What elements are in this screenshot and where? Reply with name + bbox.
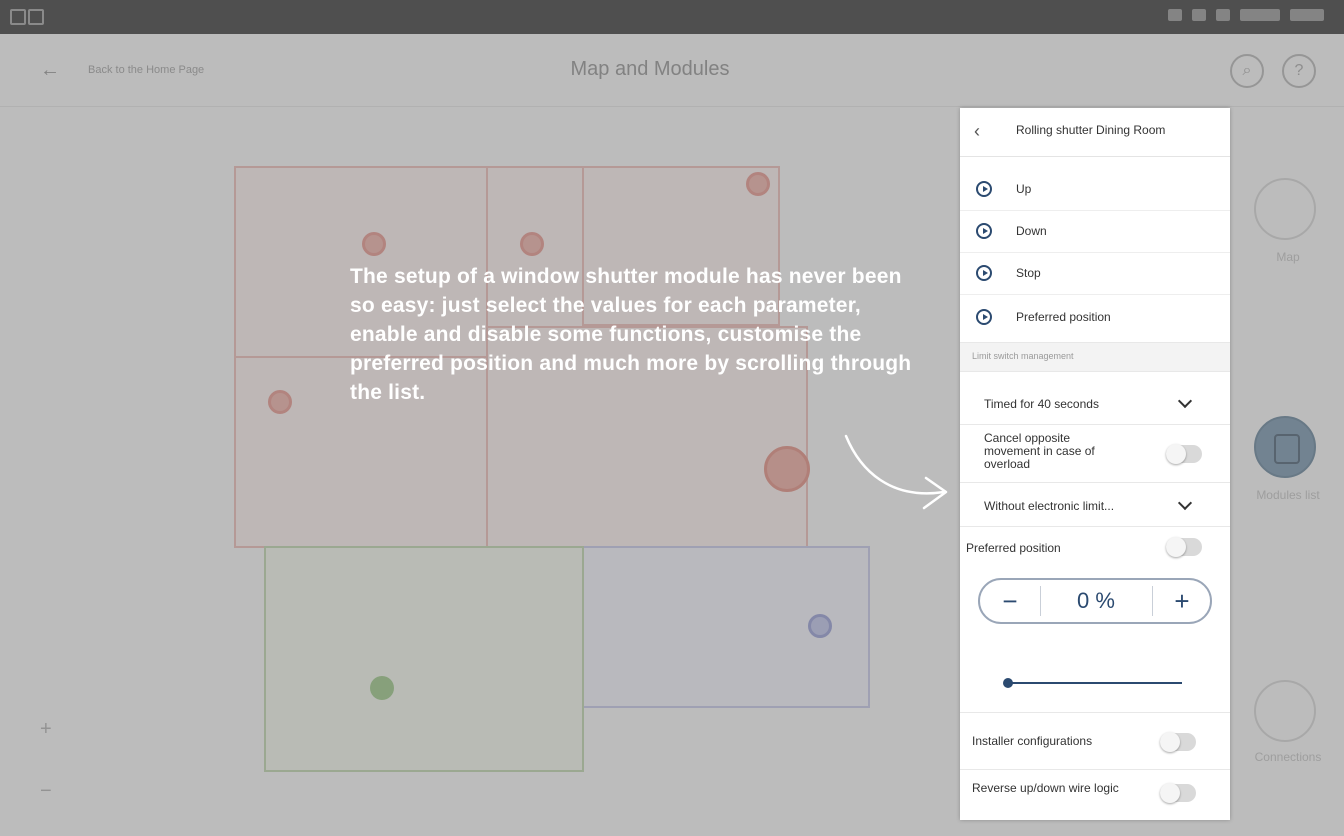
module-settings-panel: ‹ Rolling shutter Dining Room Up Down St… [960,108,1230,820]
electronic-limit-select[interactable]: Without electronic limit... [960,486,1230,527]
cancel-opposite-label: Cancel opposite movement in case of over… [984,431,1095,471]
tutorial-caption: The setup of a window shutter module has… [350,265,912,404]
panel-title: Rolling shutter Dining Room [1016,123,1166,137]
installer-toggle[interactable] [1160,732,1196,752]
timed-select[interactable]: Timed for 40 seconds [960,384,1230,425]
position-slider-track[interactable] [1008,682,1182,684]
reverse-logic-label: Reverse up/down wire logic [972,781,1119,795]
preferred-position-label: Preferred position [966,541,1061,555]
panel-header: ‹ Rolling shutter Dining Room [960,108,1230,157]
installer-row: Installer configurations [960,712,1230,770]
electronic-limit-label: Without electronic limit... [984,499,1115,513]
chevron-down-icon [1177,393,1193,409]
command-preferred-position[interactable]: Preferred position [960,296,1230,338]
timed-label: Timed for 40 seconds [984,397,1099,411]
preferred-position-toggle[interactable] [1166,537,1202,557]
chevron-left-icon[interactable]: ‹ [974,121,980,141]
command-label: Down [1016,224,1047,238]
play-icon [976,265,992,281]
decrement-button[interactable]: − [980,580,1040,622]
cancel-opposite-row: Cancel opposite movement in case of over… [960,426,1230,483]
play-icon [976,223,992,239]
increment-button[interactable]: + [1152,580,1212,622]
position-slider-thumb[interactable] [1003,678,1013,688]
play-icon [976,309,992,325]
command-stop[interactable]: Stop [960,252,1230,295]
limit-switch-section: Limit switch management [960,342,1230,372]
preferred-position-row: Preferred position [960,530,1230,564]
reverse-logic-row: Reverse up/down wire logic [960,770,1230,820]
chevron-down-icon [1177,495,1193,511]
pointer-arrow-icon [844,434,948,510]
command-up[interactable]: Up [960,168,1230,211]
play-icon [976,181,992,197]
preferred-position-stepper: − 0 % + [978,578,1212,624]
command-label: Up [1016,182,1032,196]
preferred-position-value: 0 % [1077,588,1115,613]
section-label: Limit switch management [972,351,1074,361]
installer-label: Installer configurations [972,734,1093,748]
reverse-logic-toggle[interactable] [1160,783,1196,803]
command-down[interactable]: Down [960,210,1230,253]
command-label: Stop [1016,266,1041,280]
command-label: Preferred position [1016,310,1111,324]
cancel-opposite-toggle[interactable] [1166,444,1202,464]
